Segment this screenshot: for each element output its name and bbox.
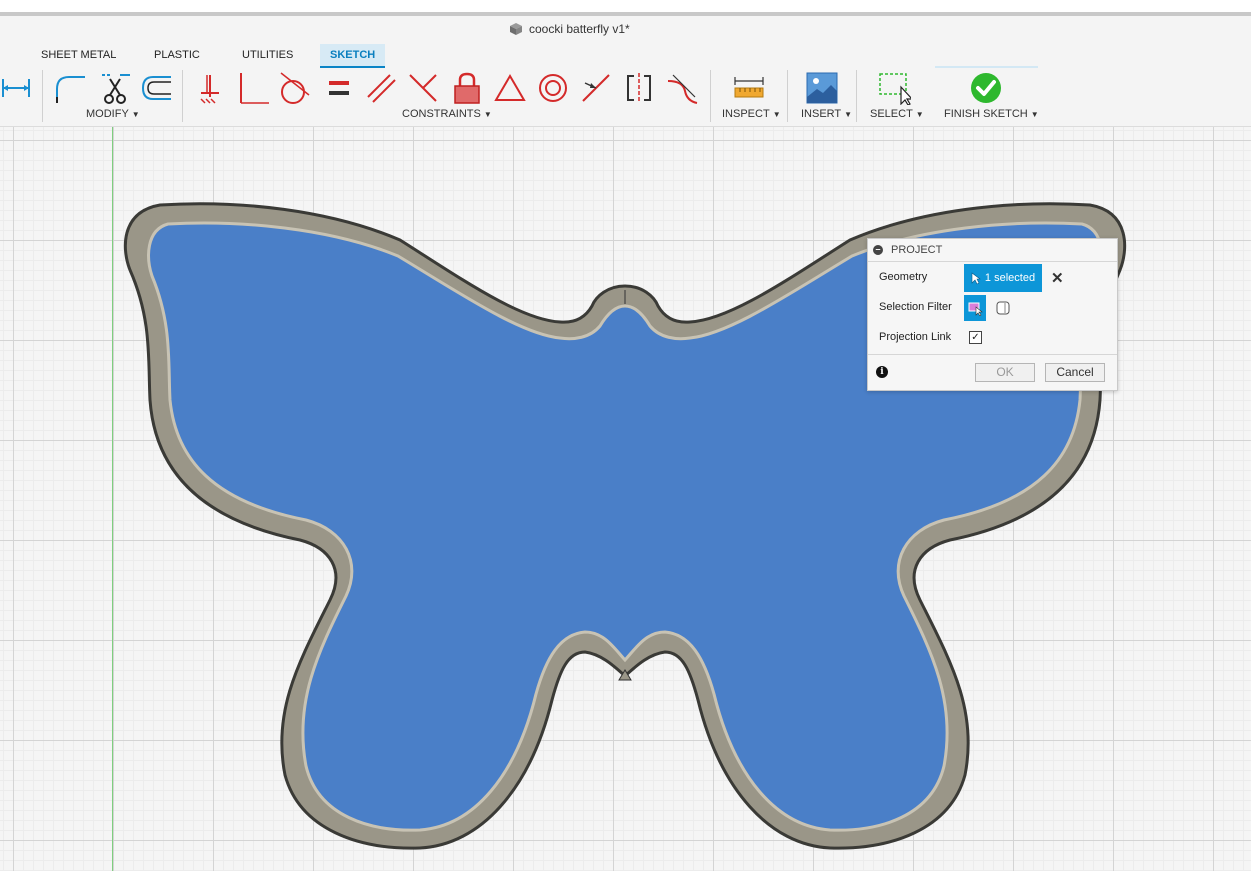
coincident-icon bbox=[200, 75, 219, 104]
perpendicular-lines-icon bbox=[409, 74, 437, 102]
collapse-minus-icon[interactable]: – bbox=[873, 245, 883, 255]
caret-down-icon: ▼ bbox=[915, 110, 924, 119]
tab-plastic[interactable]: PLASTIC bbox=[144, 44, 210, 68]
selection-filter-label: Selection Filter bbox=[879, 301, 952, 313]
project-dialog-header: – PROJECT bbox=[868, 239, 1117, 262]
projection-link-label: Projection Link bbox=[879, 331, 952, 343]
document-cube-icon bbox=[510, 23, 522, 35]
ok-button[interactable]: OK bbox=[975, 363, 1035, 382]
collinear-constraint[interactable] bbox=[576, 68, 616, 108]
document-title: coocki batterfly v1* bbox=[509, 22, 630, 36]
equal-constraint[interactable] bbox=[319, 68, 359, 108]
perpendicular-icon bbox=[240, 73, 269, 104]
midpoint-icon bbox=[582, 74, 610, 102]
trim-tool[interactable] bbox=[95, 68, 135, 108]
trim-icon bbox=[102, 74, 130, 104]
measure-tool[interactable] bbox=[729, 68, 769, 108]
cursor-arrow-icon bbox=[971, 271, 981, 284]
select-entities-icon bbox=[968, 302, 983, 316]
select-menu[interactable]: SELECT ▼ bbox=[870, 108, 924, 120]
insert-canvas-tool[interactable] bbox=[802, 68, 842, 108]
modify-label: MODIFY bbox=[86, 108, 129, 120]
top-strip bbox=[0, 0, 1251, 12]
toolbar-separator bbox=[710, 70, 711, 122]
finish-sketch-icon bbox=[971, 73, 1001, 103]
offset-tool[interactable] bbox=[136, 68, 176, 108]
triangle-icon bbox=[494, 74, 526, 101]
fix-lock-icon bbox=[454, 72, 480, 104]
tab-sheet-metal[interactable]: SHEET METAL bbox=[31, 44, 126, 68]
caret-down-icon: ▼ bbox=[844, 110, 853, 119]
symmetric-icon bbox=[627, 73, 651, 103]
tangent-constraint[interactable] bbox=[274, 68, 314, 108]
modify-menu[interactable]: MODIFY ▼ bbox=[86, 108, 140, 120]
concentric-icon bbox=[539, 74, 567, 102]
fix-constraint[interactable] bbox=[447, 68, 487, 108]
caret-down-icon: ▼ bbox=[483, 110, 492, 119]
inspect-label: INSPECT bbox=[722, 108, 770, 120]
measure-icon bbox=[734, 77, 764, 98]
body-cylinder-icon bbox=[996, 301, 1010, 315]
geometry-label: Geometry bbox=[879, 271, 928, 283]
parallel-constraint[interactable] bbox=[361, 68, 401, 108]
caret-down-icon: ▼ bbox=[1030, 110, 1039, 119]
finish-sketch-button[interactable] bbox=[966, 68, 1006, 108]
cancel-button[interactable]: Cancel bbox=[1045, 363, 1105, 382]
curvature-constraint[interactable] bbox=[662, 68, 702, 108]
perpendicular-constraint[interactable] bbox=[403, 68, 443, 108]
equal-icon bbox=[329, 81, 349, 95]
clear-selection-icon[interactable]: ✕ bbox=[1051, 269, 1064, 287]
finish-sketch-menu[interactable]: FINISH SKETCH ▼ bbox=[944, 108, 1039, 120]
finish-sketch-label: FINISH SKETCH bbox=[944, 108, 1028, 120]
tangent-icon bbox=[280, 72, 310, 104]
document-title-text: coocki batterfly v1* bbox=[529, 22, 630, 36]
concentric-constraint[interactable] bbox=[533, 68, 573, 108]
constraints-label: CONSTRAINTS bbox=[402, 108, 481, 120]
insert-image-icon bbox=[806, 72, 838, 104]
toolbar-separator bbox=[787, 70, 788, 122]
offset-icon bbox=[141, 76, 171, 100]
insert-menu[interactable]: INSERT ▼ bbox=[801, 108, 852, 120]
bodies-filter-button[interactable] bbox=[994, 299, 1012, 317]
tab-utilities[interactable]: UTILITIES bbox=[232, 44, 303, 68]
projection-link-checkbox[interactable]: ✓ bbox=[969, 331, 982, 344]
select-tool[interactable] bbox=[874, 68, 914, 108]
symmetry-constraint[interactable] bbox=[619, 68, 659, 108]
toolbar-separator bbox=[42, 70, 43, 122]
insert-label: INSERT bbox=[801, 108, 842, 120]
ribbon-toolbar: MODIFY ▼ CONSTRAINTS ▼ INSPECT ▼ INSERT … bbox=[0, 68, 1251, 127]
fillet-icon bbox=[56, 76, 85, 103]
dimension-icon bbox=[2, 79, 30, 97]
parallel-icon bbox=[367, 74, 396, 103]
constraints-menu[interactable]: CONSTRAINTS ▼ bbox=[402, 108, 492, 120]
caret-down-icon: ▼ bbox=[772, 110, 781, 119]
coincident-constraint[interactable] bbox=[190, 68, 230, 108]
toolbar-separator bbox=[856, 70, 857, 122]
horizontal-vertical-constraint[interactable] bbox=[232, 68, 272, 108]
specified-entities-filter-button[interactable] bbox=[964, 295, 986, 321]
tab-sketch[interactable]: SKETCH bbox=[320, 44, 386, 69]
geometry-selection-value: 1 selected bbox=[984, 272, 1036, 284]
select-label: SELECT bbox=[870, 108, 913, 120]
geometry-selection-button[interactable]: 1 selected bbox=[964, 264, 1042, 292]
fillet-tool[interactable] bbox=[50, 68, 90, 108]
y-axis-line bbox=[112, 127, 113, 871]
toolbar-separator bbox=[182, 70, 183, 122]
midpoint-triangle-constraint[interactable] bbox=[490, 68, 530, 108]
caret-down-icon: ▼ bbox=[131, 110, 140, 119]
dimension-tool[interactable] bbox=[0, 68, 36, 108]
info-icon[interactable]: i bbox=[876, 366, 888, 378]
project-dialog-title: PROJECT bbox=[891, 244, 943, 256]
project-dialog: – PROJECT Geometry 1 selected ✕ Selectio… bbox=[867, 238, 1118, 391]
dialog-divider bbox=[868, 354, 1117, 355]
curvature-icon bbox=[667, 74, 698, 104]
select-icon bbox=[879, 73, 911, 105]
inspect-menu[interactable]: INSPECT ▼ bbox=[722, 108, 781, 120]
